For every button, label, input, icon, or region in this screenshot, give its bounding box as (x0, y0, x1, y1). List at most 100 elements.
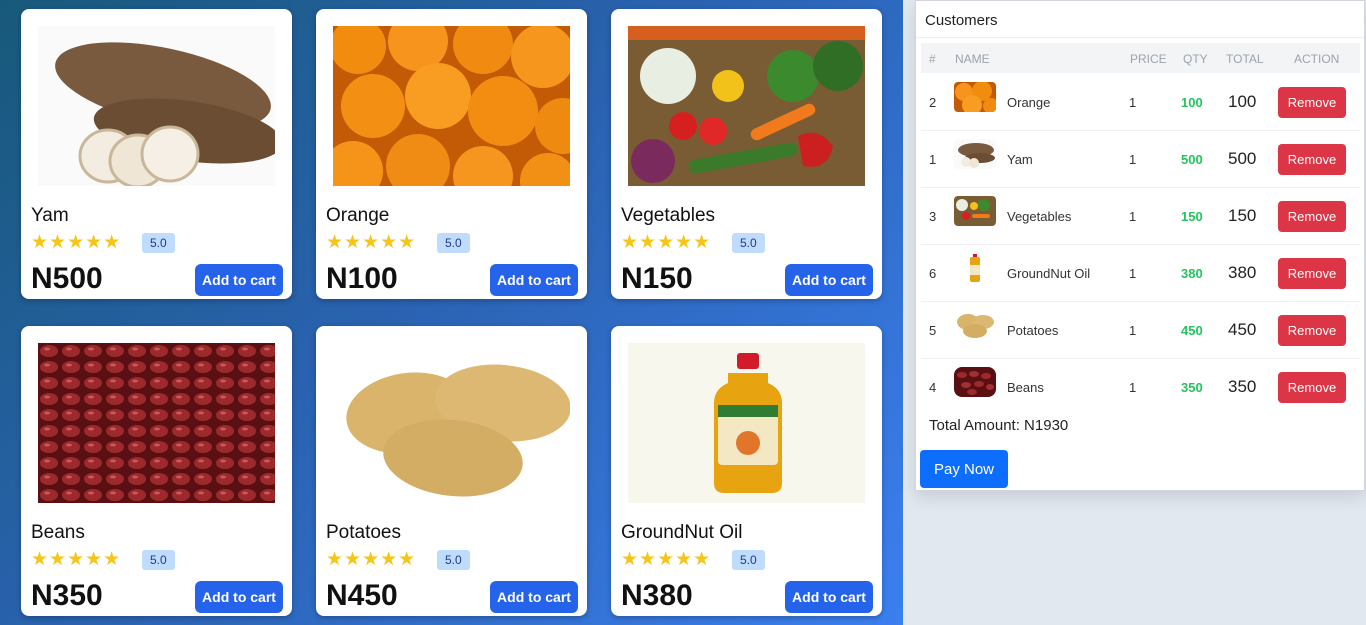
yam-thumbnail (954, 139, 996, 169)
row-qty: 500 (1181, 152, 1203, 167)
row-price: 1 (1129, 323, 1137, 338)
row-price: 1 (1129, 380, 1137, 395)
row-price: 1 (1129, 95, 1137, 110)
groundnut-oil-image (628, 343, 865, 503)
row-index: 2 (929, 95, 937, 110)
product-name: Potatoes (326, 522, 401, 543)
header-qty: QTY (1183, 52, 1208, 66)
product-card-potatoes: Potatoes ★★★★★ 5.0 N450 Add to cart (316, 326, 587, 616)
row-qty: 100 (1181, 95, 1203, 110)
pay-now-button[interactable]: Pay Now (920, 450, 1008, 488)
cart-table-header: # NAME PRICE QTY TOTAL ACTION (921, 43, 1360, 73)
row-name: GroundNut Oil (1007, 266, 1091, 281)
rating-badge: 5.0 (437, 233, 470, 253)
orange-thumbnail (954, 82, 996, 112)
product-name: Beans (31, 522, 85, 543)
add-to-cart-button[interactable]: Add to cart (195, 581, 283, 613)
remove-button[interactable]: Remove (1278, 315, 1346, 346)
row-price: 1 (1129, 266, 1137, 281)
remove-button[interactable]: Remove (1278, 258, 1346, 289)
header-price: PRICE (1130, 52, 1167, 66)
row-name: Potatoes (1007, 323, 1059, 338)
row-total: 100 (1228, 92, 1257, 111)
product-card-groundnut-oil: GroundNut Oil ★★★★★ 5.0 N380 Add to cart (611, 326, 882, 616)
product-card-orange: Orange ★★★★★ 5.0 N100 Add to cart (316, 9, 587, 299)
product-grid: Yam ★★★★★ 5.0 N500 Add to cart Orange ★★… (0, 0, 903, 625)
row-index: 1 (929, 152, 937, 167)
star-rating-icons: ★★★★★ (31, 548, 122, 570)
add-to-cart-button[interactable]: Add to cart (785, 581, 873, 613)
vegetables-image (628, 26, 865, 186)
potatoes-image (333, 343, 570, 503)
star-rating-icons: ★★★★★ (326, 548, 417, 570)
row-total: 450 (1228, 320, 1257, 339)
remove-button[interactable]: Remove (1278, 87, 1346, 118)
product-price: N500 (31, 262, 103, 295)
header-action: ACTION (1294, 52, 1340, 66)
vegetables-thumbnail (954, 196, 996, 226)
row-index: 6 (929, 266, 937, 281)
cart-row: 1 Yam 1 500 500 Remove (921, 131, 1360, 188)
row-price: 1 (1129, 209, 1137, 224)
product-price: N380 (621, 579, 693, 612)
row-qty: 350 (1181, 380, 1203, 395)
star-rating-icons: ★★★★★ (31, 231, 122, 253)
cart-row: 4 Beans 1 350 350 Remove (921, 359, 1360, 416)
row-index: 5 (929, 323, 937, 338)
add-to-cart-button[interactable]: Add to cart (785, 264, 873, 296)
total-amount: Total Amount: N1930 (929, 417, 1069, 434)
product-price: N150 (621, 262, 693, 295)
row-name: Beans (1007, 380, 1044, 395)
row-name: Vegetables (1007, 209, 1072, 224)
groundnut-oil-thumbnail (954, 253, 996, 283)
row-price: 1 (1129, 152, 1137, 167)
product-card-yam: Yam ★★★★★ 5.0 N500 Add to cart (21, 9, 292, 299)
cart-row: 5 Potatoes 1 450 450 Remove (921, 302, 1360, 359)
rating-badge: 5.0 (437, 550, 470, 570)
row-total: 380 (1228, 263, 1257, 282)
product-name: Orange (326, 205, 390, 226)
star-rating-icons: ★★★★★ (621, 231, 712, 253)
product-name: Vegetables (621, 205, 716, 226)
add-to-cart-button[interactable]: Add to cart (490, 581, 578, 613)
cart-row: 2 Orange 1 100 100 Remove (921, 74, 1360, 131)
header-total: TOTAL (1226, 52, 1264, 66)
cart-panel: Customers # NAME PRICE QTY TOTAL ACTION … (915, 0, 1365, 491)
rating-badge: 5.0 (732, 550, 765, 570)
divider (916, 37, 1364, 38)
remove-button[interactable]: Remove (1278, 201, 1346, 232)
row-index: 3 (929, 209, 937, 224)
header-name: NAME (955, 52, 990, 66)
row-total: 150 (1228, 206, 1257, 225)
row-qty: 380 (1181, 266, 1203, 281)
cart-title: Customers (925, 12, 998, 29)
orange-image (333, 26, 570, 186)
cart-row: 6 GroundNut Oil 1 380 380 Remove (921, 245, 1360, 302)
row-qty: 150 (1181, 209, 1203, 224)
add-to-cart-button[interactable]: Add to cart (490, 264, 578, 296)
product-price: N350 (31, 579, 103, 612)
row-index: 4 (929, 380, 937, 395)
product-card-vegetables: Vegetables ★★★★★ 5.0 N150 Add to cart (611, 9, 882, 299)
remove-button[interactable]: Remove (1278, 144, 1346, 175)
remove-button[interactable]: Remove (1278, 372, 1346, 403)
add-to-cart-button[interactable]: Add to cart (195, 264, 283, 296)
product-name: GroundNut Oil (621, 522, 743, 543)
product-card-beans: Beans ★★★★★ 5.0 N350 Add to cart (21, 326, 292, 616)
row-name: Yam (1007, 152, 1033, 167)
star-rating-icons: ★★★★★ (621, 548, 712, 570)
row-name: Orange (1007, 95, 1051, 110)
row-total: 350 (1228, 377, 1257, 396)
yam-image (38, 26, 275, 186)
cart-row: 3 Vegetables 1 150 150 Remove (921, 188, 1360, 245)
row-qty: 450 (1181, 323, 1203, 338)
product-name: Yam (31, 205, 69, 226)
header-index: # (929, 52, 936, 66)
rating-badge: 5.0 (142, 550, 175, 570)
star-rating-icons: ★★★★★ (326, 231, 417, 253)
beans-thumbnail (954, 367, 996, 397)
row-total: 500 (1228, 149, 1257, 168)
rating-badge: 5.0 (142, 233, 175, 253)
rating-badge: 5.0 (732, 233, 765, 253)
product-price: N450 (326, 579, 398, 612)
